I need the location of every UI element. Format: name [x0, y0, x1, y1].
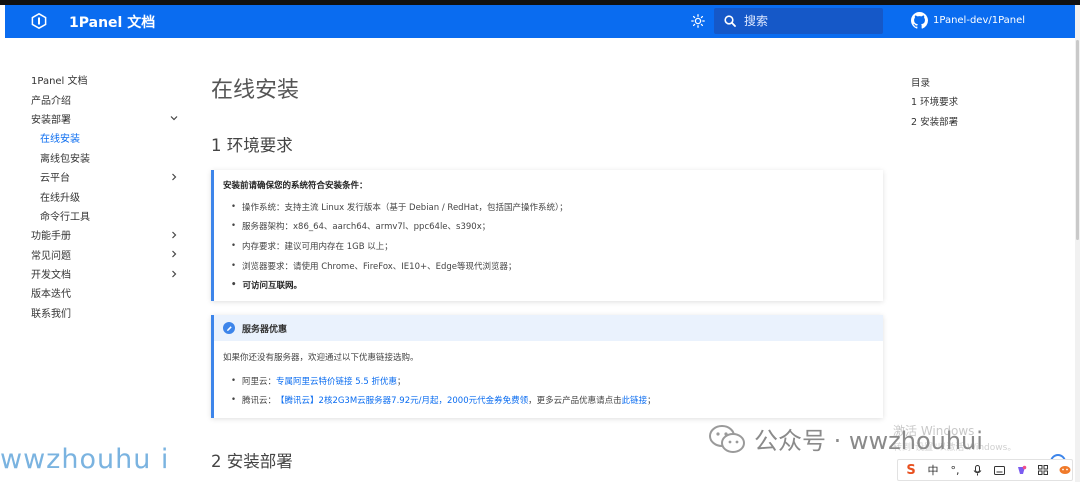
aliyun-suffix: ； [396, 376, 406, 387]
sidebar-item-label: 产品介绍 [31, 95, 71, 107]
sidebar-nav: 1Panel 文档 产品介绍 安装部署 在线安装 离线包安装 云平台 在线升级 … [31, 70, 191, 322]
pencil-info-icon [223, 322, 235, 334]
wechat-watermark-text: 公众号 · wwzhouhui [754, 427, 983, 455]
sidebar-item-label: 联系我们 [31, 308, 71, 320]
sidebar-item-cloud[interactable]: 云平台 [31, 167, 191, 186]
sidebar-item-label: 版本迭代 [31, 289, 71, 301]
tencent-link[interactable]: 【腾讯云】2核2G3M云服务器7.92元/月起，2000元代金券免费领 [276, 394, 528, 406]
sidebar-item-dev-docs[interactable]: 开发文档 [31, 264, 191, 283]
top-nav: 1Panel 文档 1Panel-dev/1Panel [5, 5, 1075, 38]
sidebar-item-docs-home[interactable]: 1Panel 文档 [31, 70, 191, 89]
list-item: 阿里云： 专属阿里云特价链接 5.5 折优惠 ； [223, 371, 883, 391]
sidebar-item-cli[interactable]: 命令行工具 [31, 206, 191, 225]
chevron-right-icon[interactable] [169, 230, 179, 240]
requirements-list: 操作系统：支持主流 Linux 发行版本（基于 Debian / RedHat，… [223, 197, 883, 295]
wechat-watermark: 公众号 · wwzhouhui [708, 421, 983, 456]
main-content: 在线安装 1 环境要求 安装前请确保您的系统符合安装条件： 操作系统：支持主流 … [211, 70, 883, 471]
sidebar-item-intro[interactable]: 产品介绍 [31, 89, 191, 108]
sidebar-item-label: 功能手册 [31, 231, 71, 243]
callout-title: 安装前请确保您的系统符合安装条件： [223, 181, 368, 191]
sidebar-item-changelog[interactable]: 版本迭代 [31, 283, 191, 302]
wechat-icon [709, 424, 745, 453]
promo-list: 阿里云： 专属阿里云特价链接 5.5 折优惠 ； 腾讯云： 【腾讯云】2核2G3… [223, 371, 883, 410]
list-item: 操作系统：支持主流 Linux 发行版本（基于 Debian / RedHat，… [223, 197, 883, 217]
sidebar-item-upgrade[interactable]: 在线升级 [31, 186, 191, 205]
punctuation-icon[interactable]: °, [948, 464, 962, 477]
sidebar-item-label: 在线升级 [40, 192, 80, 204]
sidebar-item-label: 常见问题 [31, 250, 71, 262]
aliyun-prefix: 阿里云： [242, 376, 277, 387]
tencent-mid: ，更多云产品优惠请点击 [528, 396, 622, 407]
github-label: 1Panel-dev/1Panel [933, 15, 1026, 26]
table-of-contents: 目录 1 环境要求 2 安装部署 [911, 72, 958, 131]
sidebar-item-label: 云平台 [40, 173, 70, 185]
sidebar-item-label: 安装部署 [31, 114, 71, 126]
sogou-mascot-icon[interactable] [1058, 465, 1072, 475]
search-box[interactable] [714, 8, 883, 34]
tencent-more-link[interactable]: 此链接 [622, 394, 648, 406]
sidebar-item-label: 开发文档 [31, 270, 71, 282]
ime-lang-toggle[interactable]: 中 [926, 462, 940, 478]
chevron-right-icon[interactable] [169, 249, 179, 259]
site-brand[interactable]: 1Panel 文档 [69, 12, 155, 32]
toc-title: 目录 [911, 77, 931, 89]
server-promo-callout: 服务器优惠 如果你还没有服务器，欢迎通过以下优惠链接选购。 阿里云： 专属阿里云… [211, 315, 883, 418]
search-icon [724, 15, 736, 27]
section-heading-env: 1 环境要求 [211, 136, 293, 155]
scrollbar-thumb[interactable] [1076, 40, 1079, 240]
chevron-right-icon[interactable] [169, 172, 179, 182]
list-item: 腾讯云： 【腾讯云】2核2G3M云服务器7.92元/月起，2000元代金券免费领… [223, 391, 883, 411]
sidebar-item-offline-install[interactable]: 离线包安装 [31, 148, 191, 167]
page-title: 在线安装 [211, 78, 300, 103]
list-item: 浏览器要求：请使用 Chrome、FireFox、IE10+、Edge等现代浏览… [223, 256, 883, 276]
list-item: 可访问互联网。 [223, 275, 883, 295]
callout-header: 服务器优惠 [214, 315, 883, 341]
github-icon [911, 12, 928, 29]
callout-title: 服务器优惠 [242, 324, 288, 335]
sidebar-item-label: 命令行工具 [40, 211, 90, 223]
sidebar-item-faq[interactable]: 常见问题 [31, 245, 191, 264]
toc-item-deploy[interactable]: 2 安装部署 [911, 111, 958, 131]
sidebar-item-contact[interactable]: 联系我们 [31, 303, 191, 322]
sidebar-item-online-install[interactable]: 在线安装 [31, 128, 191, 147]
toc-item-env[interactable]: 1 环境要求 [911, 92, 958, 112]
search-input[interactable] [744, 14, 864, 28]
grid-menu-icon[interactable] [1036, 465, 1050, 475]
sogou-logo-icon[interactable]: S [904, 463, 918, 478]
sidebar-item-label: 在线安装 [40, 134, 80, 146]
section-heading-deploy: 2 安装部署 [211, 452, 293, 471]
github-link[interactable]: 1Panel-dev/1Panel [911, 12, 1025, 29]
callout-body: 如果你还没有服务器，欢迎通过以下优惠链接选购。 阿里云： 专属阿里云特价链接 5… [214, 341, 883, 410]
keyboard-icon[interactable] [992, 465, 1006, 475]
list-item: 服务器架构：x86_64、aarch64、armv7l、ppc64le、s390… [223, 217, 883, 237]
chevron-right-icon[interactable] [169, 269, 179, 279]
sidebar-item-install[interactable]: 安装部署 [31, 109, 191, 128]
tencent-suffix: ； [647, 396, 656, 407]
sidebar-item-label: 离线包安装 [40, 153, 90, 165]
list-item: 内存要求：建议可用内存在 1GB 以上； [223, 236, 883, 256]
ime-toolbar: S 中 °, [897, 459, 1073, 481]
microphone-icon[interactable] [970, 464, 984, 476]
chevron-down-icon[interactable] [169, 113, 179, 123]
sidebar-item-manual[interactable]: 功能手册 [31, 225, 191, 244]
skin-icon[interactable] [1014, 465, 1028, 476]
1panel-logo-icon[interactable] [31, 13, 47, 29]
tencent-prefix: 腾讯云： [242, 396, 277, 407]
promo-intro: 如果你还没有服务器，欢迎通过以下优惠链接选购。 [223, 353, 419, 363]
sidebar-item-label: 1Panel 文档 [31, 76, 88, 88]
watermark-left: wwzhouhu i [0, 444, 170, 475]
theme-toggle-sun-icon[interactable] [689, 12, 707, 30]
aliyun-link[interactable]: 专属阿里云特价链接 5.5 折优惠 [276, 375, 397, 387]
requirements-callout: 安装前请确保您的系统符合安装条件： 操作系统：支持主流 Linux 发行版本（基… [211, 170, 883, 301]
